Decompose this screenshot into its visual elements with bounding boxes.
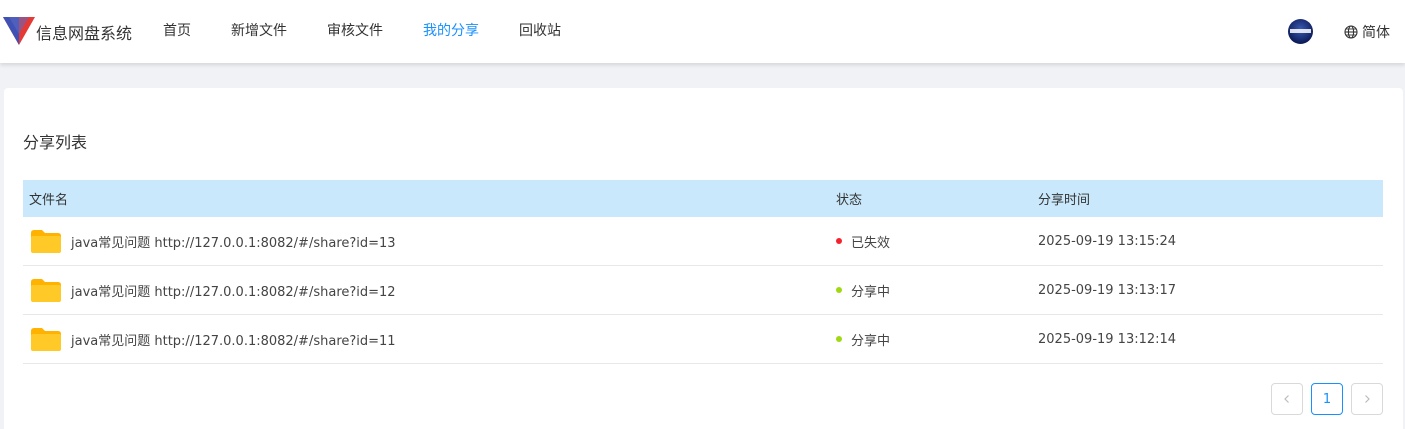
pagination: 1 — [1271, 383, 1391, 415]
logo-icon[interactable] — [2, 14, 36, 48]
language-label: 简体 — [1362, 25, 1390, 41]
status-dot — [836, 287, 842, 293]
prev-page-button[interactable] — [1271, 383, 1303, 415]
folder-icon — [31, 229, 61, 253]
table-header: 文件名 状态 分享时间 — [23, 180, 1383, 217]
folder-icon — [31, 278, 61, 302]
top-navbar: 信息网盘系统 首页 新增文件 审核文件 我的分享 回收站 简体 — [0, 0, 1405, 63]
file-name[interactable]: java常见问题 http://127.0.0.1:8082/#/share?i… — [71, 330, 396, 349]
nav-item-recycle-bin[interactable]: 回收站 — [499, 0, 581, 63]
table-row[interactable]: java常见问题 http://127.0.0.1:8082/#/share?i… — [23, 217, 1383, 266]
language-switcher[interactable]: 简体 — [1344, 22, 1390, 42]
main-nav: 首页 新增文件 审核文件 我的分享 回收站 — [143, 0, 581, 63]
share-table: 文件名 状态 分享时间 java常见问题 http://127.0.0.1:80… — [23, 180, 1383, 364]
nav-item-home[interactable]: 首页 — [143, 0, 211, 63]
nav-item-review-file[interactable]: 审核文件 — [307, 0, 403, 63]
status-badge: 分享中 — [851, 333, 891, 349]
share-list-card: 分享列表 文件名 状态 分享时间 java常见问题 http://127.0.0… — [4, 88, 1403, 429]
share-time: 2025-09-19 13:15:24 — [1038, 233, 1177, 249]
status-dot — [836, 238, 842, 244]
table-row[interactable]: java常见问题 http://127.0.0.1:8082/#/share?i… — [23, 315, 1383, 364]
user-avatar[interactable] — [1288, 19, 1313, 44]
next-page-button[interactable] — [1351, 383, 1383, 415]
column-header-filename: 文件名 — [29, 193, 69, 208]
status-badge: 分享中 — [851, 284, 891, 300]
column-header-share-time: 分享时间 — [1038, 193, 1091, 208]
page-title: 分享列表 — [23, 133, 88, 152]
folder-icon — [31, 327, 61, 351]
share-time: 2025-09-19 13:12:14 — [1038, 331, 1177, 347]
file-name[interactable]: java常见问题 http://127.0.0.1:8082/#/share?i… — [71, 281, 396, 300]
nav-item-add-file[interactable]: 新增文件 — [211, 0, 307, 63]
column-header-status: 状态 — [836, 193, 863, 208]
chevron-left-icon — [1284, 395, 1289, 403]
page-button-current[interactable]: 1 — [1311, 383, 1343, 415]
chevron-right-icon — [1365, 395, 1370, 403]
globe-icon — [1344, 25, 1358, 39]
app-title: 信息网盘系统 — [36, 24, 133, 43]
nav-item-my-share[interactable]: 我的分享 — [403, 0, 499, 63]
status-dot — [836, 336, 842, 342]
file-name[interactable]: java常见问题 http://127.0.0.1:8082/#/share?i… — [71, 232, 396, 251]
table-row[interactable]: java常见问题 http://127.0.0.1:8082/#/share?i… — [23, 266, 1383, 315]
share-time: 2025-09-19 13:13:17 — [1038, 282, 1177, 298]
status-badge: 已失效 — [851, 235, 891, 251]
